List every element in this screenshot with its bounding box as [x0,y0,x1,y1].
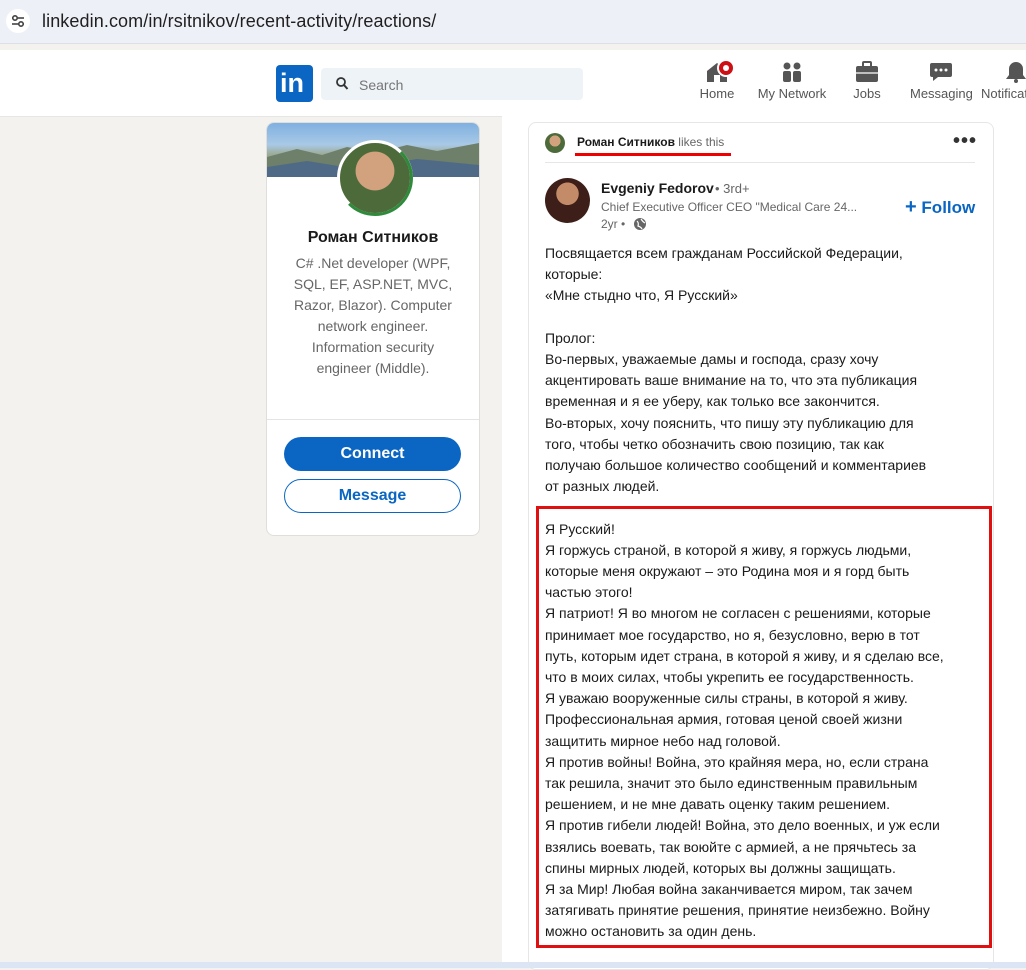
nav-notifications-label: Notificat [981,86,1026,101]
search-box[interactable] [321,68,583,100]
bottom-strip [0,962,1026,968]
messaging-icon [930,63,952,81]
profile-avatar[interactable] [337,140,413,216]
author-avatar[interactable] [545,178,590,223]
nav-jobs[interactable]: Jobs [852,60,882,110]
post-separator [545,162,975,163]
follow-label: Follow [921,198,976,217]
post-line: Пролог: [545,329,596,346]
network-icon [783,62,801,82]
post-line: Посвящается всем гражданам Российской Фе… [545,245,903,261]
site-settings-icon[interactable] [6,9,30,33]
post-line: которые: [545,266,603,283]
open-to-work-ring [337,140,413,216]
search-icon [336,77,349,90]
red-box-annotation [536,506,992,948]
profile-headline: C# .Net developer (WPF, SQL, EF, ASP.NET… [293,255,453,376]
post-line: Во-первых, уважаемые дамы и господа, сра… [545,351,879,367]
activity-header: Роман Ситников likes this [577,135,724,149]
message-button[interactable]: Message [284,479,461,513]
nav-my-network-label: My Network [757,86,827,101]
follow-button[interactable]: + Follow [905,196,975,219]
author-name[interactable]: Evgeniy Fedorov [601,180,714,196]
notification-badge [717,59,735,77]
search-input[interactable] [357,72,571,98]
author-title: Chief Executive Officer CEO "Medical Car… [601,200,858,214]
more-options-icon[interactable]: ••• [953,131,977,151]
post-line: того, чтобы четко обозначить свою позици… [545,435,884,452]
profile-card: Роман Ситников C# .Net developer (WPF, S… [266,122,480,536]
activity-avatar[interactable] [545,133,565,153]
post-line: временная и я ее уберу, как только все з… [545,393,880,410]
post-line: Во-вторых, хочу пояснить, что пишу эту п… [545,414,914,431]
connect-button[interactable]: Connect [284,437,461,471]
profile-name[interactable]: Роман Ситников [267,229,479,247]
nav-messaging-label: Messaging [910,86,973,101]
nav-home-label: Home [699,86,735,101]
post-time: 2yr • [601,217,626,231]
linkedin-logo[interactable]: in [276,65,313,102]
post-line [545,307,975,328]
activity-action: likes this [674,135,725,149]
post-line: от разных людей. [545,478,660,495]
post-line: получаю большое количество сообщений и к… [545,457,927,474]
logo-text: in [280,68,304,98]
post-line: акцентировать ваше внимание на то, что э… [545,372,918,389]
author-degree: • 3rd+ [715,181,750,196]
nav-home[interactable]: Home [698,59,736,110]
activity-name[interactable]: Роман Ситников [577,135,675,149]
globe-icon [634,218,646,230]
nav-messaging[interactable]: Messaging [910,60,973,110]
post-line: «Мне стыдно что, Я Русский» [545,287,738,304]
plus-icon: + [905,196,917,218]
briefcase-icon [856,61,878,82]
profile-divider [267,419,479,420]
nav-my-network[interactable]: My Network [757,60,827,110]
bell-icon [1006,62,1026,83]
nav-jobs-label: Jobs [853,86,881,101]
url-text[interactable]: linkedin.com/in/rsitnikov/recent-activit… [42,11,436,32]
red-underline-annotation [575,153,731,156]
nav-notifications[interactable]: Notificat [981,60,1026,110]
